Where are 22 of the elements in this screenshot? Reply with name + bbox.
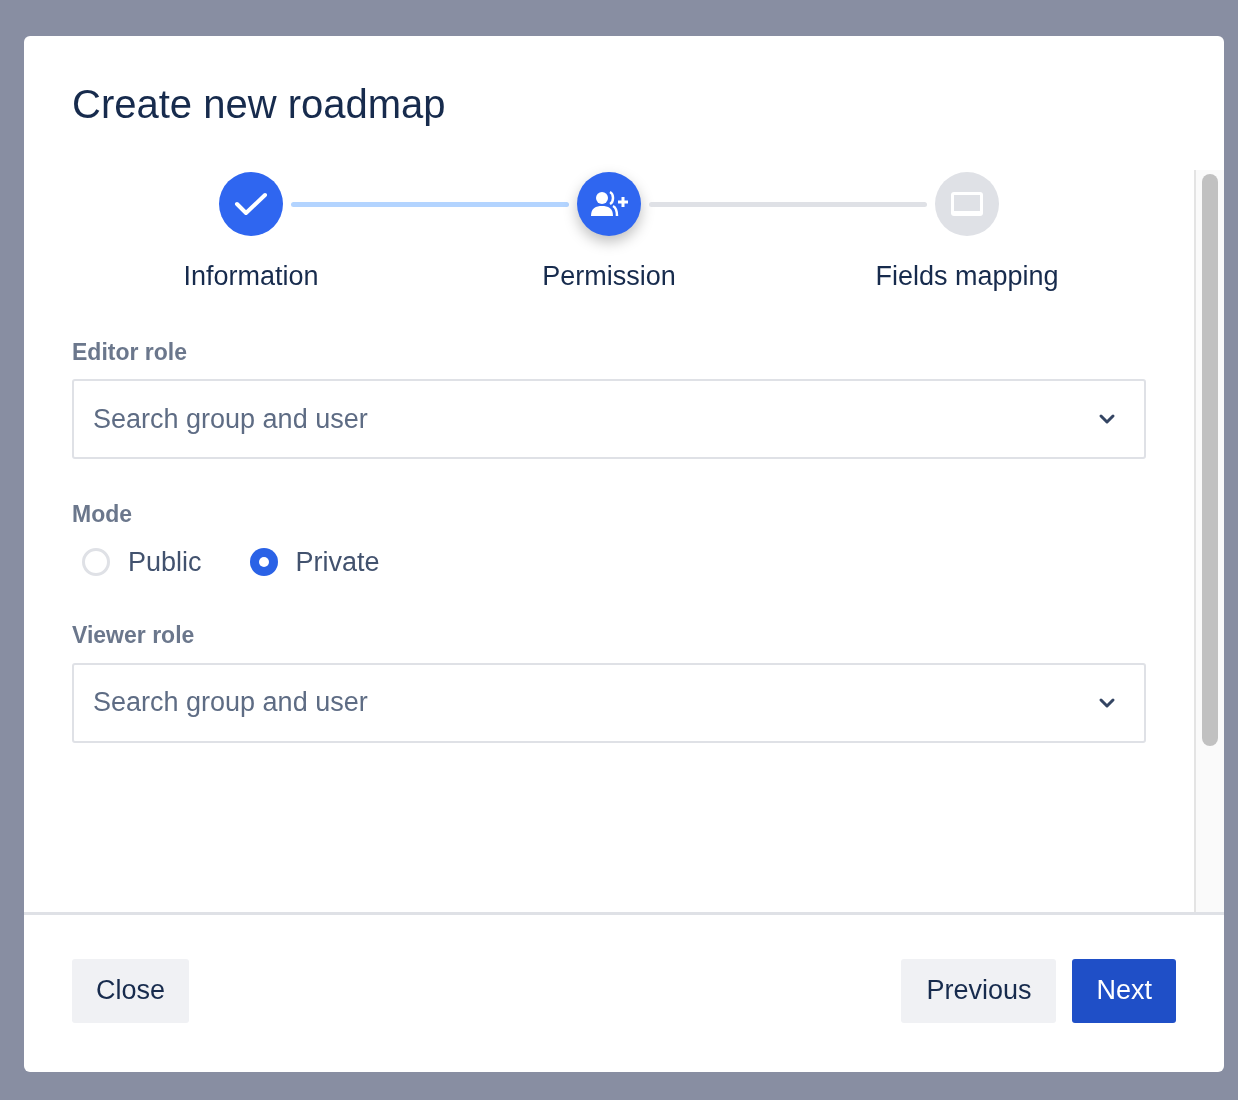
field-label: Viewer role: [72, 621, 196, 650]
search-select-field[interactable]: Search group and user: [72, 662, 1146, 743]
add-user-icon: [589, 189, 629, 219]
checkmark-icon: [234, 191, 268, 217]
next-button[interactable]: Next: [1072, 958, 1176, 1023]
radio-label[interactable]: Private: [295, 541, 380, 582]
scrollbar[interactable]: [1194, 170, 1224, 912]
radio-label[interactable]: Public: [128, 541, 202, 582]
step-label[interactable]: Information: [183, 256, 319, 297]
step-label[interactable]: Permission: [542, 256, 676, 297]
chevron-down-icon: [1098, 413, 1116, 425]
field-label: Mode: [72, 500, 134, 529]
monitor-icon: [949, 189, 985, 219]
radio-button[interactable]: [249, 547, 278, 576]
dialog-title: Create new roadmap: [72, 81, 446, 128]
close-button[interactable]: Close: [72, 958, 190, 1023]
step-label[interactable]: Fields mapping: [875, 256, 1059, 297]
radio-button[interactable]: [82, 547, 110, 576]
chevron-down-icon: [1098, 696, 1116, 709]
field-label: Editor role: [72, 337, 188, 367]
previous-button[interactable]: Previous: [901, 958, 1057, 1023]
search-select-field[interactable]: Search group and user: [72, 379, 1146, 459]
